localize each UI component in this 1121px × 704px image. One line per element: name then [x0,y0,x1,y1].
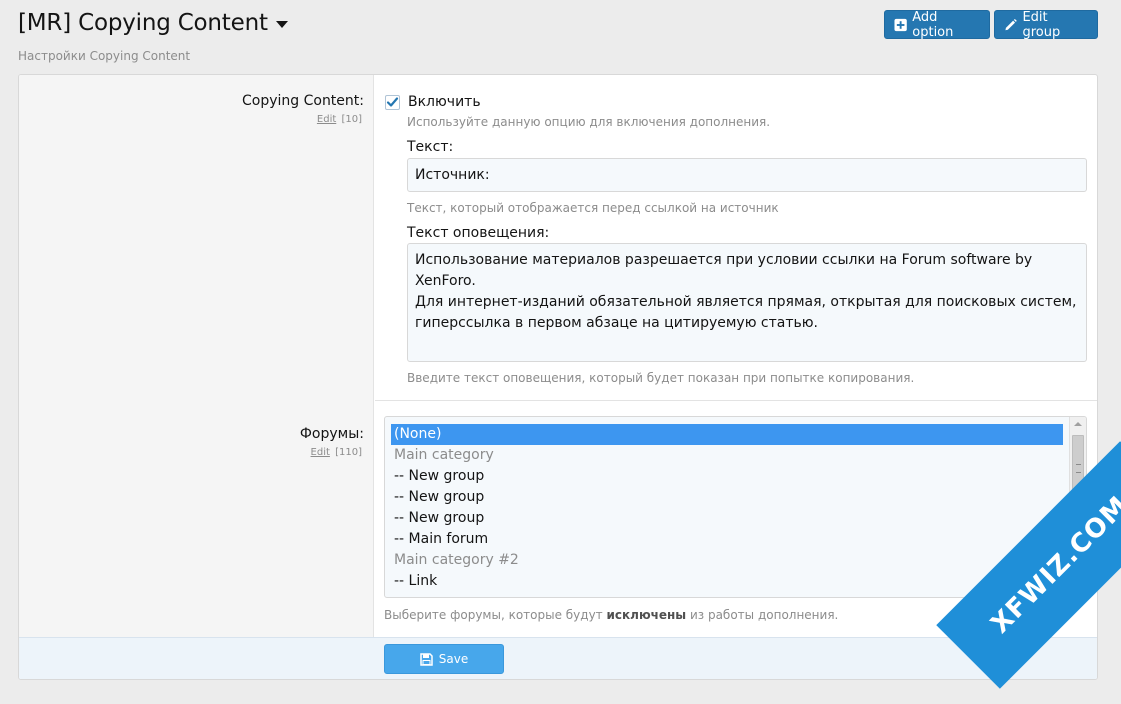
form-footer: Save [19,637,1097,679]
edit-group-label: Edit group [1022,9,1061,40]
forum-option[interactable]: Main category #2 [391,550,1063,571]
row-divider [375,400,1097,401]
page-description: Настройки Copying Content [18,49,191,63]
page-title[interactable]: [MR] Copying Content [18,10,288,36]
forums-edit-link[interactable]: Edit [311,447,330,458]
copying-content-label: Copying Content: [241,93,364,109]
forums-hint-before: Выберите форумы, которые будут [384,608,603,622]
forum-option[interactable]: -- Main forum [391,529,1063,550]
enable-hint: Используйте данную опцию для включения д… [407,115,771,129]
enable-checkbox-label: Включить [408,94,481,110]
notice-field-label: Текст оповещения: [407,225,550,241]
label-column [19,75,374,637]
forum-option[interactable]: -- New group [391,508,1063,529]
enable-checkbox[interactable] [385,94,400,110]
add-option-label: Add option [912,9,954,40]
forum-option[interactable]: -- Link [391,571,1063,592]
floppy-disk-icon [420,652,433,666]
notice-hint: Введите текст оповещения, который будет … [407,371,915,385]
checkmark-icon [386,96,399,107]
text-input[interactable]: Источник: [407,158,1087,192]
plus-square-icon [894,18,907,31]
forums-multiselect[interactable]: (None) Main category -- New group -- New… [384,416,1087,598]
forums-hint-after: из работы дополнения. [689,608,839,622]
forums-label: Форумы: [299,426,364,442]
text-hint: Текст, который отображается перед ссылко… [407,201,779,215]
caret-down-icon[interactable] [275,20,288,28]
edit-group-button[interactable]: Edit group [994,9,1098,40]
options-panel: Copying Content: Edit [10] Включить Испо… [18,74,1098,680]
copying-content-meta: Edit [10] [317,114,362,125]
copying-content-edit-link[interactable]: Edit [317,114,336,125]
enable-checkbox-row[interactable]: Включить [385,94,481,110]
forums-hint-bold: исключены [606,608,687,622]
forum-option[interactable]: (None) [391,424,1063,445]
forum-option[interactable]: Main category [391,445,1063,466]
forums-hint: Выберите форумы, которые будут исключены… [384,608,838,622]
text-field-label: Текст: [407,139,454,155]
scroll-up-arrow-icon[interactable] [1074,422,1082,426]
forums-order: [110] [335,447,362,458]
page-title-text: [MR] Copying Content [18,10,268,36]
save-label: Save [438,652,469,666]
pencil-icon [1005,18,1017,30]
forum-option[interactable]: -- New group [391,466,1063,487]
forums-meta: Edit [110] [311,447,362,458]
notice-textarea[interactable]: Использование материалов разрешается при… [407,243,1087,362]
forum-option[interactable]: -- New group [391,487,1063,508]
save-button[interactable]: Save [384,644,504,674]
copying-content-order: [10] [341,114,362,125]
add-option-button[interactable]: Add option [884,9,990,40]
